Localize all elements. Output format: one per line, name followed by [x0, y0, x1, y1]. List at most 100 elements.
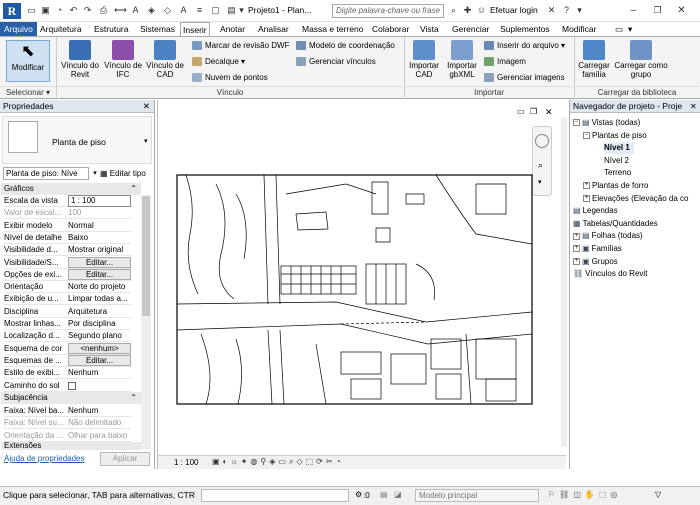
property-row[interactable]: Esquemas de ... Editar...: [4, 354, 131, 367]
redo-icon[interactable]: ↷: [82, 5, 93, 16]
property-value[interactable]: 100: [68, 207, 131, 219]
open-icon[interactable]: ▭: [26, 5, 37, 16]
property-value[interactable]: Arquitetura: [68, 306, 131, 318]
property-row[interactable]: Nível de detalhe Baixo: [4, 232, 131, 244]
property-value[interactable]: <nenhum>: [68, 342, 131, 354]
browser-sheets[interactable]: + ▤ Folhas (todas): [573, 230, 643, 242]
filter-icon[interactable]: ▽: [655, 490, 661, 499]
expand-icon[interactable]: +: [573, 257, 580, 265]
workset-select[interactable]: [201, 489, 349, 502]
undo-icon[interactable]: ↶: [68, 5, 79, 16]
property-value[interactable]: Editar...: [68, 268, 131, 280]
browser-elevations[interactable]: + Elevações (Elevação da co: [583, 193, 689, 205]
property-row[interactable]: Estilo de exibi... Nenhum: [4, 367, 131, 380]
expand-icon[interactable]: +: [583, 182, 590, 190]
sun-path-checkbox[interactable]: [68, 381, 76, 390]
chevron-down-icon[interactable]: ▾: [144, 137, 148, 145]
user-icon[interactable]: ☺: [476, 5, 487, 16]
modify-button[interactable]: ⬉ Modificar: [6, 40, 50, 82]
tab-inserir[interactable]: Inserir: [180, 22, 210, 36]
import-gbxml-button[interactable]: Importar gbXML: [442, 40, 482, 84]
property-row[interactable]: Valor de escal... 100: [4, 207, 131, 220]
thin-lines-icon[interactable]: ≡: [194, 5, 205, 16]
property-row[interactable]: Caminho do sol: [4, 380, 131, 392]
tab-modificar[interactable]: Modificar: [560, 22, 598, 36]
link-revit-button[interactable]: Vínculo do Revit: [58, 40, 102, 84]
tab-gerenciar[interactable]: Gerenciar: [450, 22, 491, 36]
tab-anotar[interactable]: Anotar: [218, 22, 247, 36]
restore-view-icon[interactable]: ▭: [517, 107, 525, 116]
collapse-icon[interactable]: −: [583, 131, 590, 139]
save-icon[interactable]: ▣: [40, 5, 51, 16]
property-value[interactable]: Olhar para baixo: [68, 430, 131, 442]
browser-level-2[interactable]: Nível 2: [604, 155, 629, 167]
decal-button[interactable]: Decalque ▾: [192, 56, 245, 68]
tab-massa-e-terreno[interactable]: Massa e terreno: [300, 22, 365, 36]
property-value[interactable]: Por disciplina: [68, 318, 131, 330]
property-row[interactable]: Faixa: Nível su... Não delimitado: [4, 417, 131, 430]
expand-icon[interactable]: +: [573, 245, 580, 253]
close-icon[interactable]: ✕: [690, 102, 697, 111]
browser-level-1[interactable]: Nível 1: [604, 142, 634, 155]
expand-icon[interactable]: +: [583, 194, 590, 202]
property-value[interactable]: Limpar todas a...: [68, 293, 131, 305]
link-cad-button[interactable]: Vínculo de CAD: [144, 40, 186, 84]
close-hidden-icon[interactable]: ▢: [210, 5, 221, 16]
design-options-icon[interactable]: ▤: [380, 490, 388, 499]
ribbon-toggle-menu-icon[interactable]: ▾: [626, 22, 636, 36]
apply-button[interactable]: Aplicar: [100, 452, 150, 466]
view-control-icons[interactable]: ▣◐☼✦◍⚲◈▭⌕◇⬚⟳✂◔: [212, 457, 343, 467]
close-icon[interactable]: ✕: [143, 100, 150, 113]
tab-colaborar[interactable]: Colaborar: [370, 22, 411, 36]
collapse-icon[interactable]: −: [573, 119, 580, 127]
tab-suplementos[interactable]: Suplementos: [498, 22, 552, 36]
worksets-icon[interactable]: ⚙: [355, 490, 362, 499]
property-row[interactable]: Faixa: Nível ba... Nenhum: [4, 405, 131, 417]
property-value[interactable]: Normal: [68, 220, 131, 232]
steering-wheel-icon[interactable]: [535, 134, 549, 148]
zoom-icon[interactable]: ⌕: [538, 160, 543, 171]
canvas-scrollbar[interactable]: [561, 117, 567, 447]
print-icon[interactable]: ⎙: [98, 5, 109, 16]
select-panel-title[interactable]: Selecionar ▾: [0, 86, 56, 97]
properties-scroll-thumb[interactable]: [142, 196, 150, 316]
tab-estrutura[interactable]: Estrutura: [92, 22, 131, 36]
expand-icon[interactable]: +: [573, 232, 580, 240]
property-row[interactable]: Visibilidade d... Mostrar original: [4, 244, 131, 257]
property-value[interactable]: Nenhum: [68, 367, 131, 379]
browser-groups[interactable]: + ▣ Grupos: [573, 256, 618, 268]
sync-icon[interactable]: ◔: [54, 5, 65, 16]
property-value[interactable]: Baixo: [68, 232, 131, 244]
sign-in-button[interactable]: Efetuar login: [490, 5, 538, 15]
revit-logo[interactable]: R: [3, 3, 21, 19]
instance-filter-select[interactable]: Planta de piso: Níve: [3, 167, 89, 180]
import-cad-button[interactable]: Importar CAD: [406, 40, 442, 84]
browser-ceiling-plans[interactable]: + Plantas de forro: [583, 180, 648, 192]
close-view-icon[interactable]: ✕: [545, 107, 553, 118]
search-icon[interactable]: ⌕: [448, 5, 459, 16]
editable-only-icon[interactable]: ◪: [394, 490, 402, 499]
property-row[interactable]: Exibir modelo Normal: [4, 220, 131, 232]
browser-floor-plans[interactable]: − Plantas de piso: [583, 130, 647, 142]
browser-terrain[interactable]: Terreno: [604, 167, 631, 179]
manage-links-button[interactable]: Gerenciar vínculos: [296, 56, 376, 68]
browser-views[interactable]: − ▤ Vistas (todas): [573, 117, 640, 129]
property-row[interactable]: Orientação da ... Olhar para baixo: [4, 430, 131, 442]
help-icon[interactable]: ?: [561, 5, 572, 16]
tab-arquivo[interactable]: Arquivo: [0, 22, 37, 36]
property-value[interactable]: Editar...: [68, 256, 131, 268]
tab-sistemas[interactable]: Sistemas: [138, 22, 177, 36]
load-as-group-button[interactable]: Carregar como grupo: [612, 40, 670, 84]
manage-images-button[interactable]: Gerenciar imagens: [484, 72, 565, 84]
search-input[interactable]: Digite palavra-chave ou frase: [332, 4, 444, 18]
view-scale[interactable]: 1 : 100: [174, 458, 198, 467]
link-ifc-button[interactable]: Vínculo de IFC: [102, 40, 144, 84]
tab-vista[interactable]: Vista: [418, 22, 441, 36]
browser-families[interactable]: + ▣ Famílias: [573, 243, 622, 255]
browser-schedules[interactable]: ▦ Tabelas/Quantidades: [573, 218, 658, 230]
customize-qat-icon[interactable]: ▾: [236, 5, 247, 16]
properties-help-link[interactable]: Ajuda de propriedades: [4, 454, 85, 463]
property-row[interactable]: Opções de exi... Editar...: [4, 268, 131, 281]
property-row[interactable]: Disciplina Arquitetura: [4, 306, 131, 318]
text-icon[interactable]: A: [178, 5, 189, 16]
